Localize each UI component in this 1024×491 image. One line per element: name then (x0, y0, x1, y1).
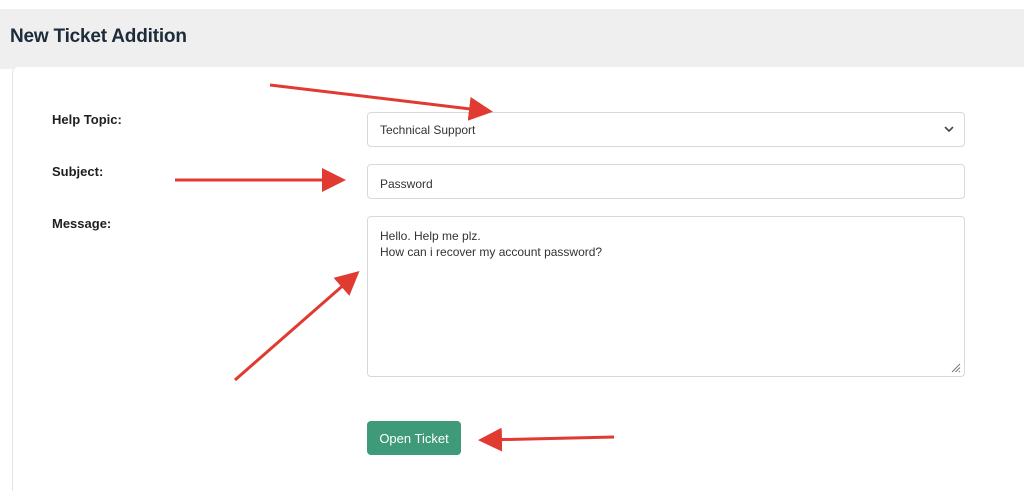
help-topic-select[interactable]: Technical Support (367, 112, 965, 147)
resize-grip-icon[interactable] (950, 362, 961, 373)
open-ticket-button[interactable]: Open Ticket (367, 421, 461, 455)
message-line: Hello. Help me plz. (380, 229, 481, 243)
page: New Ticket Addition Help Topic: Technica… (0, 0, 1024, 491)
help-topic-selected-value: Technical Support (380, 123, 476, 137)
subject-input-value: Password (380, 177, 433, 191)
message-line: How can i recover my account password? (380, 245, 603, 259)
subject-input[interactable]: Password (367, 164, 965, 199)
help-topic-label: Help Topic: (52, 112, 122, 127)
message-label: Message: (52, 216, 112, 231)
message-textarea[interactable]: Hello. Help me plz. How can i recover my… (367, 216, 965, 377)
page-title: New Ticket Addition (10, 26, 187, 47)
chevron-down-icon (944, 126, 954, 132)
subject-label: Subject: (52, 164, 104, 179)
